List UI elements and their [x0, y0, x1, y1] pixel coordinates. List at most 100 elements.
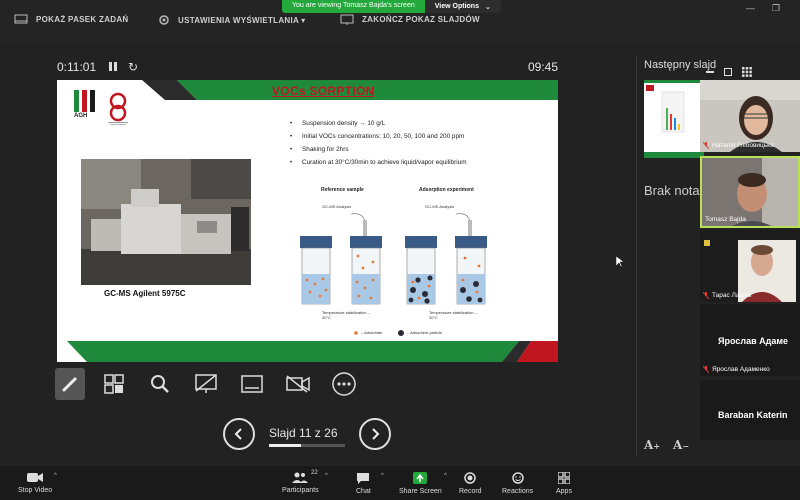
agh-logo-text: AGH — [74, 113, 88, 119]
end-slideshow-label: ZAKOŃCZ POKAZ SLAJDÓW — [362, 15, 480, 24]
record-label: Record — [459, 488, 482, 495]
single-view-icon[interactable] — [724, 68, 732, 76]
show-taskbar-button[interactable]: POKAŻ PASEK ZADAŃ — [14, 14, 129, 24]
viewing-screen-label: You are viewing Tomasz Bajda's screen — [282, 0, 425, 13]
participant-tile[interactable]: Наталія Глібовицька — [700, 80, 800, 152]
chat-options-caret[interactable]: ^ — [381, 473, 384, 479]
gcms-analysis-label: GC-MS Analysis — [425, 204, 455, 209]
adsorbate-legend-dot — [354, 331, 358, 335]
monitor-icon — [340, 14, 354, 25]
magnifier-icon — [151, 375, 169, 393]
participant-name: Tomasz Bajda — [705, 216, 746, 223]
participant-name-label: Tomasz Bajda — [705, 216, 746, 223]
slide-title: VOCs SORPTION — [272, 84, 375, 98]
participant-name-label: Тарас Лашта — [712, 292, 752, 299]
participant-big-name: Ярослав Адаме — [718, 336, 788, 346]
chevron-right-icon — [372, 428, 380, 440]
bullet-item: Suspension density → 10 g/L — [290, 117, 467, 130]
see-all-slides-button[interactable] — [99, 368, 129, 400]
participant-tile[interactable]: Baraban Katerin — [700, 380, 800, 440]
reference-sample-label: Reference sample — [321, 187, 364, 193]
current-slide[interactable]: VOCs SORPTION AGH GC-MS Agilent 5975C • … — [57, 80, 558, 362]
bullet-item: Shaking for 2hrs — [290, 143, 467, 156]
next-slide-button[interactable] — [359, 418, 391, 450]
pen-tool-button[interactable] — [55, 368, 85, 400]
adsorption-experiment-label: Adsorption experiment — [419, 187, 474, 193]
subtitles-icon — [241, 375, 263, 393]
gallery-grid-icon[interactable] — [742, 67, 752, 77]
taskbar-icon — [14, 14, 28, 24]
record-icon — [464, 472, 477, 484]
minimize-gallery-icon[interactable] — [706, 71, 714, 73]
pen-icon — [62, 376, 78, 392]
adsorbate-legend-label: – Adsorbate — [361, 330, 383, 335]
reset-timer-icon[interactable]: ↻ — [128, 60, 138, 74]
stop-video-button[interactable]: Stop Video — [18, 472, 52, 494]
mic-muted-icon — [703, 366, 709, 373]
apps-button[interactable]: Apps — [556, 472, 572, 495]
chat-button[interactable]: Chat — [356, 472, 371, 495]
chevron-left-icon — [234, 428, 242, 440]
minimize-icon[interactable]: — — [746, 3, 755, 13]
slide-bottom-band — [57, 341, 558, 362]
black-screen-button[interactable] — [191, 368, 221, 400]
display-settings-button[interactable]: USTAWIENIA WYŚWIETLANIA ▾ — [158, 14, 305, 26]
elapsed-timer: 0:11:01 — [57, 60, 97, 74]
bullet-item: Curation at 30°C/30min to achieve liquid… — [290, 156, 467, 169]
camera-toggle-button[interactable] — [283, 368, 313, 400]
participant-tile-active[interactable]: Tomasz Bajda — [700, 156, 800, 228]
share-screen-button[interactable]: Share Screen — [399, 472, 442, 495]
end-slideshow-button[interactable]: ZAKOŃCZ POKAZ SLAJDÓW — [340, 14, 480, 25]
chat-icon — [357, 473, 370, 484]
increase-font-button[interactable]: A+ — [644, 438, 660, 452]
slide-progress-fill — [269, 444, 302, 447]
share-screen-label: Share Screen — [399, 488, 442, 495]
participants-options-caret[interactable]: ^ — [325, 473, 328, 479]
university-logo — [108, 92, 128, 125]
slide-counter: Slajd 11 z 26 — [269, 426, 338, 440]
slide-bullets: Suspension density → 10 g/L Initial VOCs… — [290, 117, 467, 169]
agh-logo — [74, 90, 95, 112]
participant-big-name: Baraban Katerin — [718, 410, 788, 420]
next-slide-thumbnail[interactable] — [644, 80, 704, 158]
current-time: 09:45 — [528, 60, 559, 74]
participant-name-label: Ярослав Адаменко — [712, 366, 770, 373]
restore-icon[interactable]: ❐ — [772, 3, 780, 14]
participants-label: Participants — [282, 487, 319, 494]
grid-icon — [104, 374, 124, 394]
mic-muted-icon — [703, 292, 709, 299]
view-options-button[interactable]: View Options ⌄ — [424, 0, 501, 13]
decrease-font-button[interactable]: A− — [673, 438, 689, 452]
reactions-button[interactable]: Reactions — [502, 472, 533, 495]
record-button[interactable]: Record — [459, 472, 482, 495]
chevron-down-icon: ▾ — [301, 15, 306, 25]
bullet-item: Initial VOCs concentrations: 10, 20, 50,… — [290, 130, 467, 143]
previous-slide-button[interactable] — [223, 418, 255, 450]
display-settings-label: USTAWIENIA WYŚWIETLANIA — [178, 15, 300, 25]
chevron-down-icon: ⌄ — [484, 3, 491, 11]
pause-timer-icon[interactable] — [108, 61, 118, 71]
show-taskbar-label: POKAŻ PASEK ZADAŃ — [36, 14, 129, 24]
screen-share-banner: You are viewing Tomasz Bajda's screen Vi… — [282, 0, 501, 13]
stop-video-label: Stop Video — [18, 487, 53, 494]
participants-count: 22 — [311, 470, 318, 476]
screen-off-icon — [195, 374, 217, 393]
subtitles-button[interactable] — [237, 368, 267, 400]
mic-muted-icon — [703, 142, 709, 149]
zoom-window: POKAŻ PASEK ZADAŃ USTAWIENIA WYŚWIETLANI… — [0, 0, 800, 500]
participant-tile[interactable]: Тарас Лашта — [700, 230, 800, 302]
next-slide-preview — [644, 80, 704, 158]
participant-name-label: Наталія Глібовицька — [712, 142, 774, 149]
gear-icon — [159, 15, 169, 25]
more-options-button[interactable] — [329, 368, 359, 400]
video-options-caret[interactable]: ^ — [54, 473, 57, 479]
slideshow-toolbar: POKAŻ PASEK ZADAŃ USTAWIENIA WYŚWIETLANI… — [0, 0, 800, 44]
participant-name: Наталія Глібовицька — [703, 142, 774, 149]
apps-icon — [557, 472, 570, 484]
meeting-controls-bar: Stop Video ^ Participants 22 ^ Chat ^ Sh… — [0, 466, 800, 500]
zoom-slide-button[interactable] — [145, 368, 175, 400]
participant-tile[interactable]: Ярослав Адаме Ярослав Адаменко — [700, 304, 800, 376]
share-screen-icon — [413, 472, 428, 484]
share-options-caret[interactable]: ^ — [444, 473, 447, 479]
gallery-controls — [700, 64, 800, 80]
